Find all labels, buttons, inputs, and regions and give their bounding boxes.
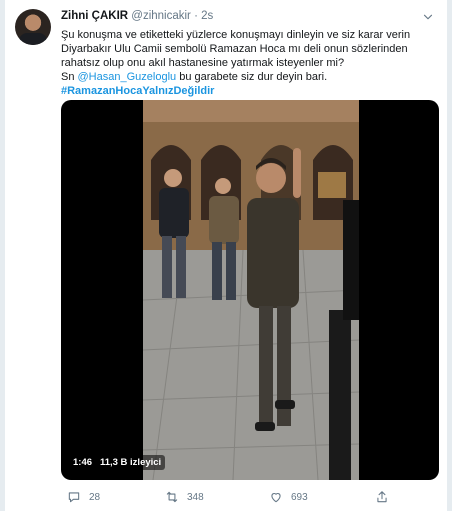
tweet-card[interactable]: Zihni ÇAKIR @zihnicakir · 2s Şu konuşma …	[4, 0, 448, 511]
author-name[interactable]: Zihni ÇAKIR	[61, 10, 128, 22]
share-button[interactable]	[375, 490, 389, 504]
like-count: 693	[291, 491, 308, 503]
retweet-icon	[166, 491, 178, 503]
retweet-count: 348	[187, 491, 204, 503]
like-button[interactable]: 693	[269, 490, 308, 504]
tweet-text-line: Şu konuşma ve etiketteki yüzlerce konuşm…	[61, 29, 411, 41]
tweet-text-suffix: bu garabete siz dur deyin bari.	[176, 71, 328, 83]
tweet-actions: 28 348 693	[61, 490, 439, 506]
video-duration-label: 1:46	[73, 457, 93, 468]
tweet-text-line: Diyarbakır Ulu Camii sembolü Ramazan Hoc…	[61, 43, 408, 55]
reply-button[interactable]: 28	[67, 490, 100, 504]
hashtag-link[interactable]: #RamazanHocaYalnızDeğildir	[61, 85, 214, 97]
retweet-button[interactable]: 348	[165, 490, 204, 504]
reply-icon	[68, 492, 80, 503]
video-frame	[143, 100, 359, 480]
avatar[interactable]	[15, 9, 51, 45]
tweet-text-prefix: Sn	[61, 71, 78, 83]
tweet-text-line: Sn @Hasan_Guzeloglu bu garabete siz dur …	[61, 70, 439, 84]
chevron-down-icon[interactable]	[421, 10, 435, 24]
tweet-header: Zihni ÇAKIR @zihnicakir · 2s	[61, 10, 213, 22]
heart-icon	[271, 493, 281, 503]
author-handle[interactable]: @zihnicakir	[131, 10, 191, 22]
mention-link[interactable]: @Hasan_Guzeloglu	[78, 71, 177, 83]
video-views: 11,3 B izleyici	[99, 457, 162, 468]
tweet-text: Şu konuşma ve etiketteki yüzlerce konuşm…	[61, 28, 439, 98]
tweet-text-line: rahatsız olup onu akıl hastanesine yatır…	[61, 57, 345, 69]
separator-dot: ·	[194, 10, 198, 22]
video-player[interactable]: 1:46 11,3 B izleyici	[61, 100, 439, 480]
share-icon	[377, 491, 387, 503]
reply-count: 28	[89, 491, 101, 503]
tweet-time[interactable]: 2s	[201, 10, 213, 22]
video-duration: 1:46 11,3 B izleyici	[69, 455, 166, 470]
